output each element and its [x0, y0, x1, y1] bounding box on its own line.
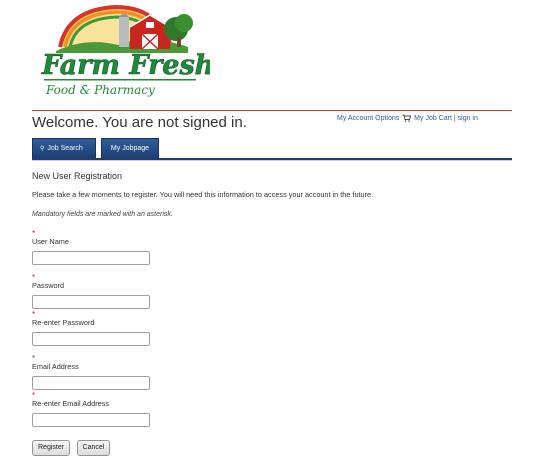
user-name-input[interactable] [32, 250, 150, 265]
password-label: Password [32, 281, 65, 290]
reenter-password-label: Re-enter Password [32, 318, 95, 327]
field-reenter-email: * Re-enter Email Address [32, 392, 150, 427]
field-reenter-password: * Re-enter Password [32, 311, 150, 346]
logo-tagline: Food & Pharmacy [45, 83, 155, 97]
email-address-label: Email Address [32, 362, 79, 371]
tab-label: Job Search [47, 145, 83, 152]
user-name-label: User Name [32, 237, 69, 246]
search-icon: ⚲ [40, 146, 45, 152]
account-links: My Account Options My Job Cart | sign in [337, 114, 478, 122]
header-divider [32, 110, 512, 111]
link-separator: | [453, 114, 456, 122]
tab-job-search[interactable]: ⚲ Job Search [32, 138, 96, 158]
tab-my-jobpage[interactable]: My Jobpage [101, 138, 159, 158]
welcome-message: Welcome. You are not signed in. [32, 114, 247, 131]
farm-fresh-logo: Farm Fresh Food & Pharmacy [38, 3, 210, 99]
field-user-name: * User Name [32, 230, 150, 265]
my-account-options-link[interactable]: My Account Options [337, 115, 399, 122]
logo-wordmark: Farm Fresh [41, 50, 210, 81]
email-address-input[interactable] [32, 375, 150, 390]
cancel-button[interactable]: Cancel [76, 439, 111, 456]
reenter-password-input[interactable] [32, 331, 150, 346]
field-password: * Password [32, 274, 150, 309]
form-intro: Please take a few moments to register. Y… [32, 190, 374, 199]
field-email-address: * Email Address [32, 355, 150, 390]
reenter-email-input[interactable] [32, 412, 150, 427]
register-button[interactable]: Register [32, 439, 71, 456]
form-title: New User Registration [32, 171, 123, 181]
form-actions: Register Cancel [32, 436, 111, 456]
tab-label: My Jobpage [110, 145, 150, 152]
password-input[interactable] [32, 294, 150, 309]
reenter-email-label: Re-enter Email Address [32, 399, 110, 408]
mandatory-note: Mandatory fields are marked with an aste… [32, 211, 173, 218]
tab-bar-shadow [32, 160, 512, 161]
cart-icon [402, 114, 412, 122]
sign-in-link[interactable]: sign in [458, 115, 478, 122]
my-job-cart-link[interactable]: My Job Cart [414, 115, 452, 122]
